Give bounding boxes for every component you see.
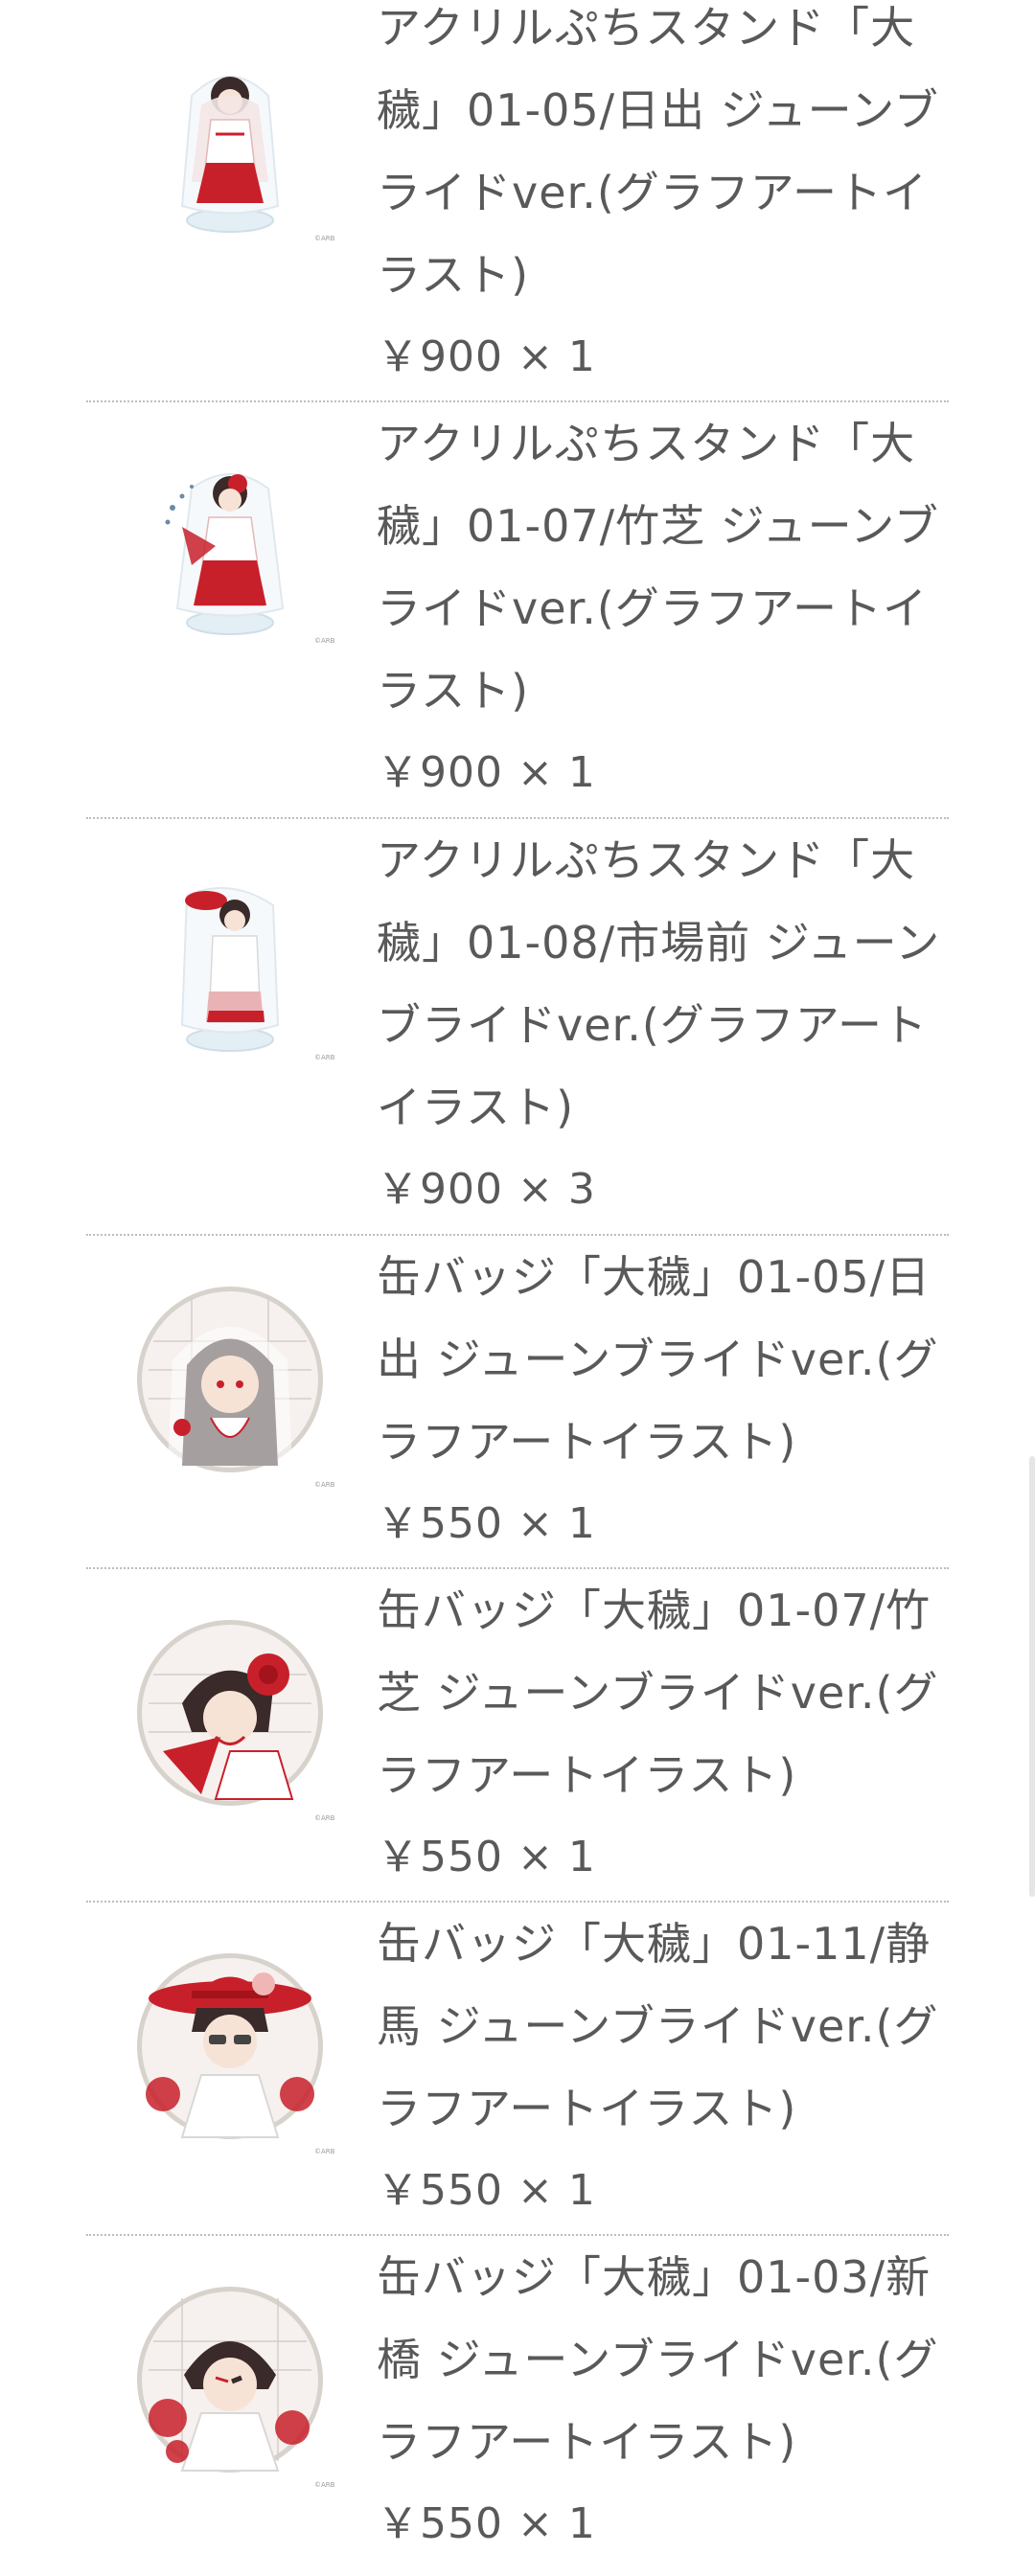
product-thumbnail[interactable]: ©ARB [86, 1903, 345, 2234]
product-price: ￥550 × 1 [377, 1499, 596, 1548]
product-price: ￥550 × 1 [377, 1833, 596, 1881]
copyright-label: ©ARB [314, 235, 335, 242]
product-thumbnail[interactable]: ©ARB [86, 2236, 345, 2576]
copyright-label: ©ARB [314, 2148, 335, 2155]
product-name[interactable]: アクリルぷちスタンド「大穢」01-08/市場前 ジューンブライドver.(グラフ… [377, 819, 949, 1149]
can-badge-takeshiba-icon [137, 1620, 323, 1806]
product-thumbnail[interactable]: ©ARB [86, 0, 345, 400]
copyright-label: ©ARB [314, 2481, 335, 2489]
copyright-label: ©ARB [314, 1054, 335, 1061]
product-name[interactable]: 缶バッジ「大穢」01-03/新橋 ジューンブライドver.(グラフアートイラスト… [377, 2236, 949, 2483]
product-name[interactable]: 缶バッジ「大穢」01-11/静馬 ジューンブライドver.(グラフアートイラスト… [377, 1903, 949, 2150]
order-item-list: ©ARB アクリルぷちスタンド「大穢」01-05/日出 ジューンブライドver.… [86, 0, 949, 2576]
list-item[interactable]: ©ARB 缶バッジ「大穢」01-11/静馬 ジューンブライドver.(グラフアー… [86, 1903, 949, 2236]
scrollbar[interactable] [1029, 1456, 1035, 1897]
product-price: ￥550 × 1 [377, 2166, 596, 2215]
list-item[interactable]: ©ARB 缶バッジ「大穢」01-07/竹芝 ジューンブライドver.(グラフアー… [86, 1569, 949, 1903]
list-item[interactable]: ©ARB アクリルぷちスタンド「大穢」01-05/日出 ジューンブライドver.… [86, 0, 949, 402]
list-item[interactable]: ©ARB アクリルぷちスタンド「大穢」01-08/市場前 ジューンブライドver… [86, 819, 949, 1236]
list-item[interactable]: ©ARB 缶バッジ「大穢」01-03/新橋 ジューンブライドver.(グラフアー… [86, 2236, 949, 2576]
acrylic-stand-takeshiba-icon [165, 473, 285, 635]
copyright-label: ©ARB [314, 1481, 335, 1489]
list-item[interactable]: ©ARB 缶バッジ「大穢」01-05/日出 ジューンブライドver.(グラフアー… [86, 1236, 949, 1569]
product-thumbnail[interactable]: ©ARB [86, 1236, 345, 1567]
acrylic-stand-hinode-icon [180, 76, 280, 233]
product-name[interactable]: アクリルぷちスタンド「大穢」01-07/竹芝 ジューンブライドver.(グラフア… [377, 402, 949, 732]
product-price: ￥900 × 1 [377, 332, 596, 381]
can-badge-shizuma-icon [137, 1953, 323, 2139]
can-badge-hinode-icon [137, 1287, 323, 1472]
product-name[interactable]: 缶バッジ「大穢」01-07/竹芝 ジューンブライドver.(グラフアートイラスト… [377, 1569, 949, 1816]
copyright-label: ©ARB [314, 1814, 335, 1822]
product-price: ￥550 × 1 [377, 2499, 596, 2548]
can-badge-shinbashi-icon [137, 2287, 323, 2473]
product-thumbnail[interactable]: ©ARB [86, 1569, 345, 1901]
acrylic-stand-shijomae-icon [180, 887, 280, 1052]
product-thumbnail[interactable]: ©ARB [86, 402, 345, 817]
product-price: ￥900 × 3 [377, 1165, 596, 1214]
product-price: ￥900 × 1 [377, 748, 596, 797]
copyright-label: ©ARB [314, 637, 335, 645]
product-thumbnail[interactable]: ©ARB [86, 819, 345, 1234]
product-name[interactable]: アクリルぷちスタンド「大穢」01-05/日出 ジューンブライドver.(グラフア… [377, 0, 949, 316]
product-name[interactable]: 缶バッジ「大穢」01-05/日出 ジューンブライドver.(グラフアートイラスト… [377, 1236, 949, 1483]
list-item[interactable]: ©ARB アクリルぷちスタンド「大穢」01-07/竹芝 ジューンブライドver.… [86, 402, 949, 819]
